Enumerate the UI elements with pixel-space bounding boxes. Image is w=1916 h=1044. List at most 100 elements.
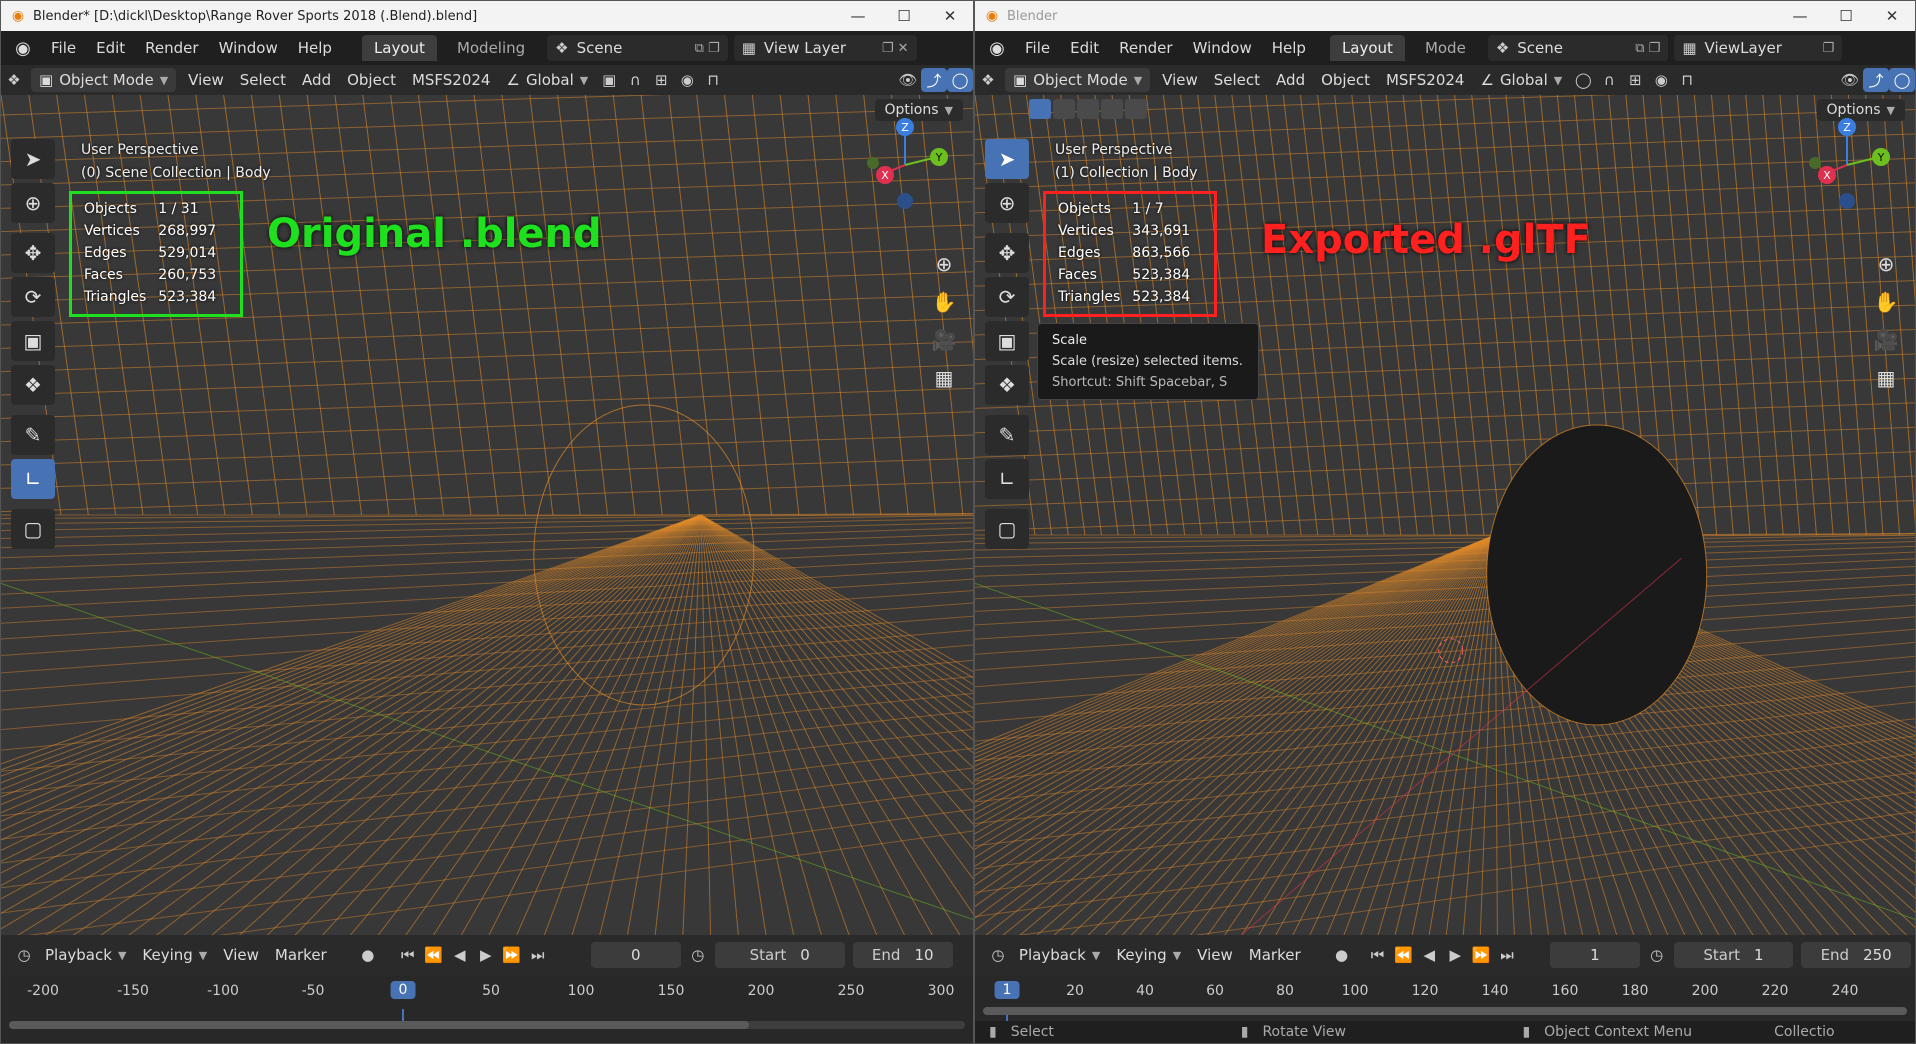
measure-tool-icon[interactable]: ∟ [11, 459, 55, 499]
select-tool-icon[interactable]: ➤ [985, 139, 1029, 179]
editor-type-icon[interactable]: ❖ [1, 68, 27, 92]
transform-tool-icon[interactable]: ❖ [985, 365, 1029, 405]
menu-file[interactable]: File [41, 39, 86, 57]
timeline-menu-view[interactable]: View [1189, 946, 1241, 964]
menu-file[interactable]: File [1015, 39, 1060, 57]
grid-perspective-icon[interactable]: ▦ [1871, 359, 1901, 397]
pin-icon[interactable]: ⧉ ❐ [1635, 41, 1660, 56]
menu-render[interactable]: Render [135, 39, 208, 57]
add-cube-tool-icon[interactable]: ▢ [11, 509, 55, 549]
rotate-tool-icon[interactable]: ⟳ [11, 277, 55, 317]
gizmo-toggle-icon[interactable]: ⤴ [921, 68, 947, 92]
play-icon[interactable]: ▶ [1442, 943, 1468, 967]
editor-type-icon[interactable]: ❖ [975, 68, 1001, 92]
mode-selector[interactable]: ▣ Object Mode ▼ [1005, 68, 1151, 92]
header-menu-msfs[interactable]: MSFS2024 [1378, 71, 1473, 89]
select-invert-icon[interactable] [1101, 99, 1123, 119]
next-keyframe-icon[interactable]: ⏩ [1468, 943, 1494, 967]
scene-selector[interactable]: ❖ Scene ⧉ ❐ [547, 35, 728, 61]
navigation-gizmo[interactable]: Z Y X [865, 113, 955, 223]
play-reverse-icon[interactable]: ◀ [1416, 943, 1442, 967]
end-frame-input[interactable]: End 10 [852, 942, 953, 968]
3d-viewport[interactable]: Options ▼ User Perspective (0) Scene Coll… [1, 95, 973, 935]
pivot-icon[interactable]: ◯ [1570, 68, 1596, 92]
select-extend-icon[interactable] [1053, 99, 1075, 119]
menu-edit[interactable]: Edit [1060, 39, 1109, 57]
tab-modeling[interactable]: Mode [1413, 35, 1478, 61]
jump-start-icon[interactable]: ⏮ [395, 943, 421, 967]
jump-end-icon[interactable]: ⏭ [1494, 943, 1520, 967]
jump-end-icon[interactable]: ⏭ [525, 943, 551, 967]
timeline-menu-keying[interactable]: Keying ▼ [1108, 946, 1189, 964]
view-layer-actions-icon[interactable]: ❐ ✕ [882, 41, 909, 56]
transform-tool-icon[interactable]: ❖ [11, 365, 55, 405]
visibility-icon[interactable]: 👁 [1837, 68, 1863, 92]
annotate-tool-icon[interactable]: ✎ [11, 415, 55, 455]
proportional-icon[interactable]: ◉ [674, 68, 700, 92]
record-icon[interactable]: ● [355, 943, 381, 967]
menu-render[interactable]: Render [1109, 39, 1182, 57]
prev-keyframe-icon[interactable]: ⏪ [421, 943, 447, 967]
scrollbar-thumb[interactable] [9, 1021, 749, 1029]
proportional-icon[interactable]: ◉ [1648, 68, 1674, 92]
timeline-editor-type-icon[interactable]: ◷ [11, 943, 37, 967]
current-frame-input[interactable]: 0 [590, 942, 681, 968]
frame-ruler[interactable]: 20 40 60 80 100 120 140 160 180 200 220 … [975, 981, 1915, 1009]
view-layer-selector[interactable]: ▦ ViewLayer ❐ [1674, 35, 1843, 61]
tab-modeling[interactable]: Modeling [445, 35, 537, 61]
tab-layout[interactable]: Layout [1329, 35, 1405, 61]
header-menu-object[interactable]: Object [339, 71, 404, 89]
snap-target-icon[interactable]: ⊞ [1622, 68, 1648, 92]
rotate-tool-icon[interactable]: ⟳ [985, 277, 1029, 317]
mode-selector[interactable]: ▣ Object Mode ▼ [31, 68, 177, 92]
annotate-tool-icon[interactable]: ✎ [985, 415, 1029, 455]
header-menu-view[interactable]: View [180, 71, 232, 89]
scene-selector[interactable]: ❖ Scene ⧉ ❐ [1487, 35, 1669, 61]
pan-hand-icon[interactable]: ✋ [929, 283, 959, 321]
move-tool-icon[interactable]: ✥ [11, 233, 55, 273]
play-icon[interactable]: ▶ [473, 943, 499, 967]
jump-start-icon[interactable]: ⏮ [1365, 943, 1391, 967]
select-tool-icon[interactable]: ➤ [11, 139, 55, 179]
falloff-icon[interactable]: ⊓ [700, 68, 726, 92]
header-menu-object[interactable]: Object [1313, 71, 1378, 89]
scale-tool-icon[interactable]: ▣ [11, 321, 55, 361]
header-menu-select[interactable]: Select [232, 71, 294, 89]
timeline-menu-playback[interactable]: Playback ▼ [37, 946, 134, 964]
select-new-icon[interactable] [1029, 99, 1051, 119]
clock-icon[interactable]: ◷ [1644, 943, 1670, 967]
prev-keyframe-icon[interactable]: ⏪ [1390, 943, 1416, 967]
close-button[interactable]: ✕ [927, 1, 973, 31]
current-frame-input[interactable]: 1 [1549, 942, 1640, 968]
select-subtract-icon[interactable] [1077, 99, 1099, 119]
add-cube-tool-icon[interactable]: ▢ [985, 509, 1029, 549]
falloff-icon[interactable]: ⊓ [1674, 68, 1700, 92]
timeline-menu-marker[interactable]: Marker [1241, 946, 1309, 964]
header-menu-select[interactable]: Select [1206, 71, 1268, 89]
timeline-editor-type-icon[interactable]: ◷ [985, 943, 1011, 967]
timeline-menu-playback[interactable]: Playback ▼ [1011, 946, 1108, 964]
camera-icon[interactable]: 🎥 [929, 321, 959, 359]
snap-icon[interactable]: ∩ [1596, 68, 1622, 92]
maximize-button[interactable]: ☐ [1823, 1, 1869, 31]
zoom-icon[interactable]: ⊕ [1871, 245, 1901, 283]
measure-tool-icon[interactable]: ∟ [985, 459, 1029, 499]
start-frame-input[interactable]: Start 1 [1673, 942, 1794, 968]
scale-tool-icon[interactable]: ▣ [985, 321, 1029, 361]
timeline-menu-marker[interactable]: Marker [267, 946, 335, 964]
snap-grid-icon[interactable]: ⊞ [648, 68, 674, 92]
close-button[interactable]: ✕ [1869, 1, 1915, 31]
next-keyframe-icon[interactable]: ⏩ [499, 943, 525, 967]
camera-icon[interactable]: 🎥 [1871, 321, 1901, 359]
gizmo-toggle-icon[interactable]: ⤴ [1863, 68, 1889, 92]
snap-icon[interactable]: ∩ [622, 68, 648, 92]
view-layer-selector[interactable]: ▦ View Layer ❐ ✕ [733, 35, 917, 61]
maximize-button[interactable]: ☐ [881, 1, 927, 31]
timeline-scrollbar[interactable] [983, 1007, 1907, 1015]
playhead[interactable]: 0 [390, 981, 416, 999]
cursor-tool-icon[interactable]: ⊕ [985, 183, 1029, 223]
blender-menu-icon[interactable]: ◉ [11, 38, 35, 59]
navigation-gizmo[interactable]: Z Y X [1807, 113, 1897, 223]
overlay-toggle-icon[interactable]: ◯ [947, 68, 973, 92]
blender-menu-icon[interactable]: ◉ [985, 38, 1009, 59]
